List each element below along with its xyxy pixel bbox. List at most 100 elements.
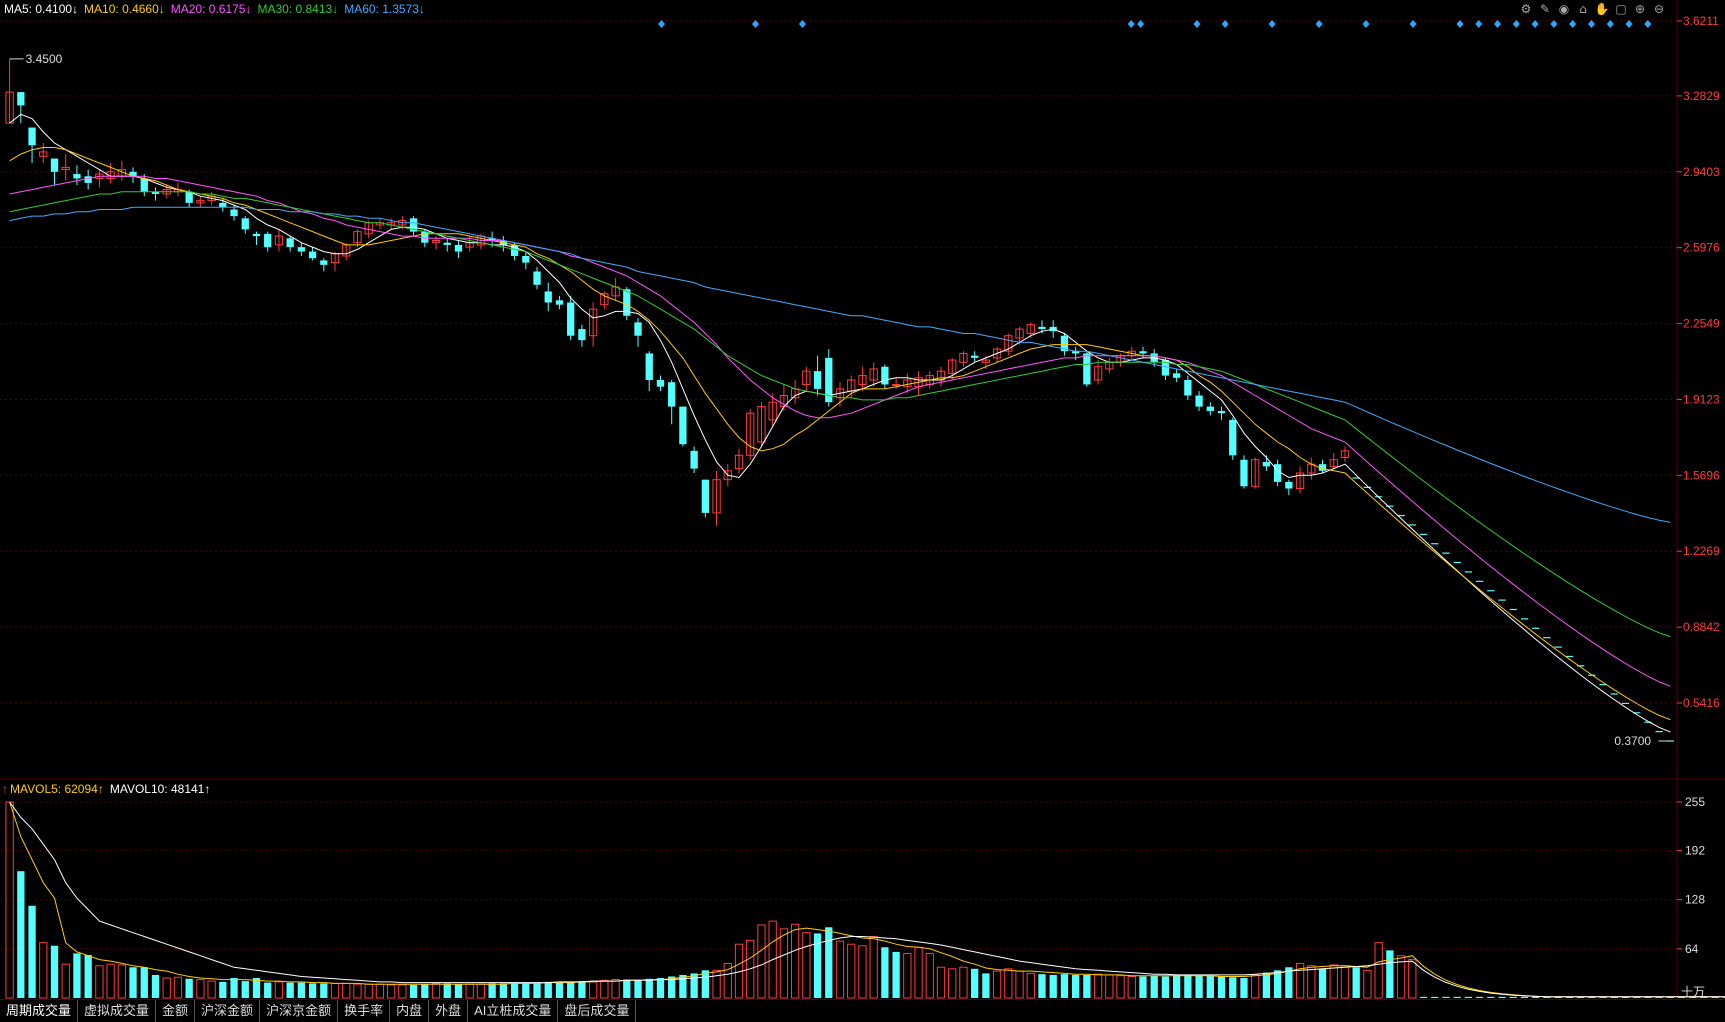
volume-bar xyxy=(1262,972,1271,998)
settings-icon[interactable]: ⚙ xyxy=(1518,1,1534,17)
ma10-line xyxy=(9,147,1671,721)
volume-bar xyxy=(959,966,968,999)
tab-after-hours[interactable]: 盘后成交量 xyxy=(558,1000,637,1022)
candle-body xyxy=(668,382,676,407)
ma5-line xyxy=(9,113,1671,733)
event-diamond xyxy=(1127,20,1135,28)
candle-body xyxy=(1139,351,1147,354)
ma10-label: MA10: 0.4660↓ xyxy=(84,2,165,16)
lock-icon[interactable]: ▢ xyxy=(1613,1,1629,17)
volume-bar xyxy=(353,983,362,999)
volume-bar xyxy=(1105,974,1114,999)
candle-body xyxy=(50,158,59,172)
volume-bar xyxy=(925,952,934,999)
volume-bar xyxy=(1116,975,1125,999)
volume-legend: ↑ MAVOL5: 62094↑ MAVOL10: 48141↑ xyxy=(2,782,216,796)
volume-bar xyxy=(847,943,856,999)
edit-icon[interactable]: ✎ xyxy=(1537,1,1553,17)
tab-inner[interactable]: 内盘 xyxy=(390,1000,430,1022)
volume-bar xyxy=(465,983,474,999)
candle-body xyxy=(286,238,294,248)
eye-icon[interactable]: ◉ xyxy=(1556,1,1572,17)
volume-bar xyxy=(1127,975,1136,999)
price-tick-label: 0.8842 xyxy=(1683,620,1720,634)
zoom-in-icon[interactable]: ⊕ xyxy=(1632,1,1648,17)
tab-ai-volume[interactable]: AI立桩成交量 xyxy=(468,1000,559,1022)
volume-bar xyxy=(196,979,205,999)
candle-body xyxy=(140,178,148,192)
volume-bar xyxy=(1229,977,1237,998)
tab-outer[interactable]: 外盘 xyxy=(429,1000,469,1022)
volume-bar xyxy=(1453,996,1461,998)
candle-body xyxy=(308,251,317,259)
price-tick-label: 1.5696 xyxy=(1683,468,1720,482)
candle-body xyxy=(28,127,36,146)
volume-bar xyxy=(1509,996,1517,998)
event-diamond xyxy=(1456,20,1464,28)
candle-body xyxy=(578,329,586,341)
volume-bar xyxy=(948,968,957,999)
volume-bar xyxy=(858,945,867,999)
candle-body xyxy=(17,92,25,106)
volume-bar xyxy=(17,871,25,998)
candle-body xyxy=(679,406,687,445)
candle-body xyxy=(555,300,564,305)
volume-bar xyxy=(106,963,115,999)
volume-bar xyxy=(1532,996,1540,998)
tab-amount[interactable]: 金额 xyxy=(156,1000,196,1022)
candle-body xyxy=(544,291,552,303)
volume-bar xyxy=(1139,976,1147,998)
volume-bar xyxy=(73,953,81,998)
volume-bar xyxy=(1172,974,1181,998)
candle-body xyxy=(881,366,889,385)
volume-bar xyxy=(1240,978,1248,998)
volume-bar xyxy=(431,982,441,999)
tab-turnover[interactable]: 换手率 xyxy=(338,1000,391,1022)
volume-bar xyxy=(1408,959,1417,999)
ma30-label: MA30: 0.8413↓ xyxy=(257,2,339,16)
tab-period-volume[interactable]: 周期成交量 xyxy=(0,1000,79,1022)
event-diamond xyxy=(658,20,666,28)
volume-bar xyxy=(1161,976,1170,998)
hand-icon[interactable]: ✋ xyxy=(1594,1,1610,17)
tab-virtual-volume[interactable]: 虚拟成交量 xyxy=(78,1000,157,1022)
candle-body xyxy=(1273,464,1282,482)
volume-tick-label: 192 xyxy=(1685,843,1705,857)
volume-bar xyxy=(1015,970,1024,999)
candle-body xyxy=(567,302,575,336)
volume-bar xyxy=(375,983,385,999)
candle-body xyxy=(1240,459,1248,487)
candle-body xyxy=(813,371,822,389)
volume-bar xyxy=(656,978,665,998)
volume-tick-label: 128 xyxy=(1685,893,1705,907)
kline-chart[interactable]: 3.6211 3.2829 2.9403 2.5976 2.2549 1.9123 1.56… xyxy=(0,0,1725,1021)
volume-bar xyxy=(1060,974,1069,998)
candle-body xyxy=(421,231,429,243)
volume-bar xyxy=(230,978,238,998)
volume-bar xyxy=(790,923,800,999)
volume-bar xyxy=(28,905,36,998)
volume-bar xyxy=(364,983,373,999)
chart-toolbar: ⚙ ✎ ◉ ⌂ ✋ ▢ ⊕ ⊖ xyxy=(1518,1,1667,19)
volume-bar xyxy=(1217,976,1226,998)
mavol10-label: MAVOL10: 48141↑ xyxy=(109,782,211,796)
volume-bar xyxy=(510,982,519,998)
tab-hs-amount[interactable]: 沪深金额 xyxy=(195,1000,261,1022)
volume-bar xyxy=(1475,996,1484,998)
volume-bar xyxy=(712,969,721,999)
basket-icon[interactable]: ⌂ xyxy=(1575,1,1591,17)
event-diamond xyxy=(1512,20,1520,28)
candle-body xyxy=(522,255,530,263)
event-diamond xyxy=(1587,20,1595,28)
volume-bar xyxy=(286,982,294,998)
price-tick-label: 2.9403 xyxy=(1683,165,1720,179)
volume-bar xyxy=(264,982,272,998)
volume-bar xyxy=(802,932,811,999)
volume-bar xyxy=(454,984,463,998)
zoom-out-icon[interactable]: ⊖ xyxy=(1651,1,1667,17)
candle-body xyxy=(297,247,306,252)
volume-bar xyxy=(330,982,340,999)
tab-hsj-amount[interactable]: 沪深京金额 xyxy=(260,1000,339,1022)
volume-bar xyxy=(129,967,137,998)
volume-bar xyxy=(914,946,923,999)
